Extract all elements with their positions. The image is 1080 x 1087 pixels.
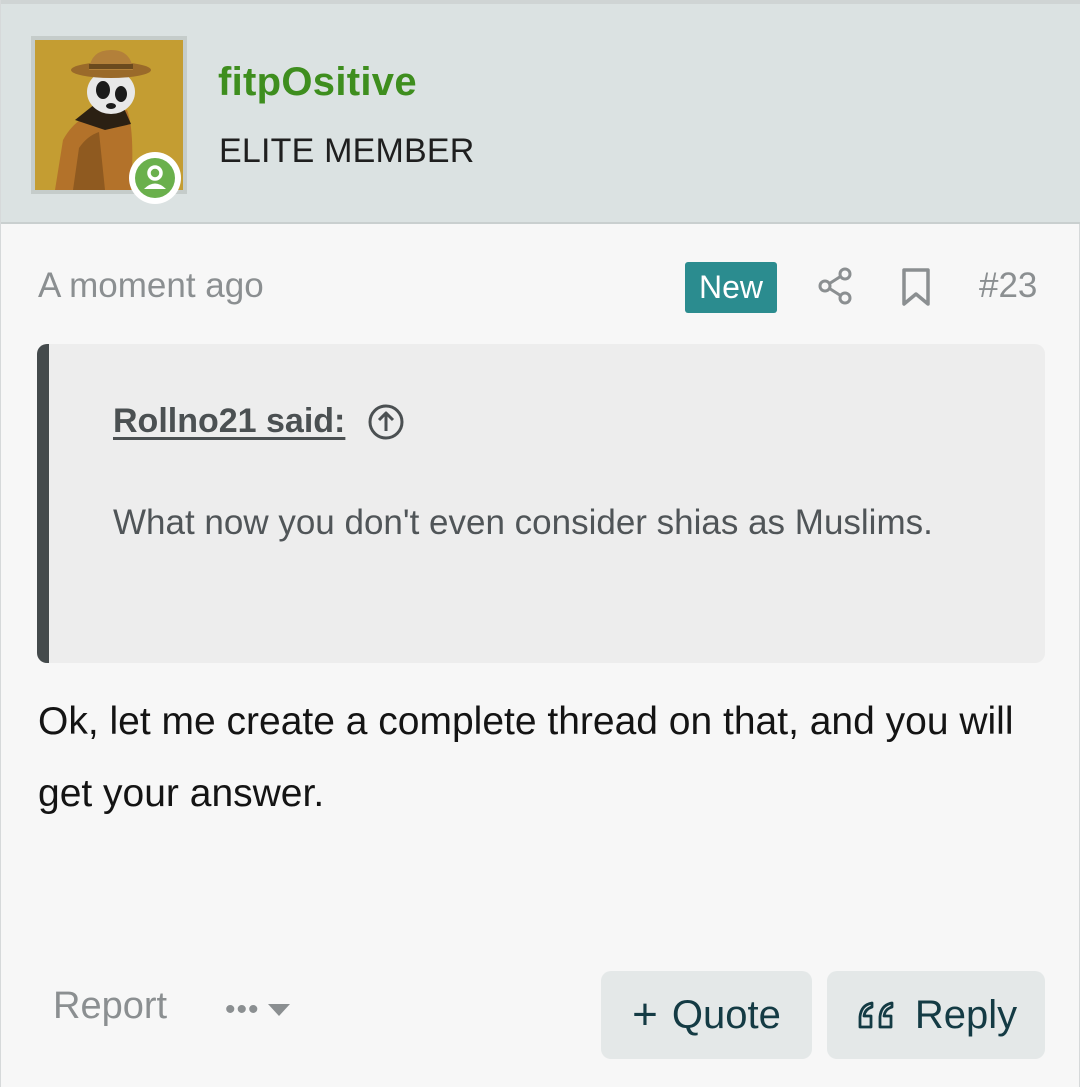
chevron-down-icon — [267, 1004, 290, 1016]
more-options-menu[interactable]: ••• — [225, 990, 290, 1030]
quote-block: Rollno21 said: What now you don't even c… — [37, 344, 1045, 663]
share-icon[interactable] — [816, 266, 856, 306]
plus-icon: + — [632, 990, 658, 1039]
post-number-link[interactable]: #23 — [979, 266, 1037, 306]
quote-attribution: Rollno21 said: — [113, 402, 405, 441]
report-link[interactable]: Report — [53, 985, 167, 1028]
username[interactable]: fitpOsitive — [218, 60, 417, 105]
user-icon — [135, 158, 175, 198]
post-user-header: fitpOsitive ELITE MEMBER — [1, 0, 1080, 224]
bookmark-icon[interactable] — [899, 266, 933, 308]
online-status-badge — [129, 152, 181, 204]
arrow-up-circle-icon[interactable] — [367, 403, 405, 441]
user-title: ELITE MEMBER — [219, 132, 475, 170]
reply-button-label: Reply — [914, 992, 1018, 1037]
quote-button-label: Quote — [671, 992, 781, 1037]
forum-post: fitpOsitive ELITE MEMBER A moment ago Ne… — [0, 0, 1080, 1087]
quote-marks-icon — [855, 997, 897, 1033]
quote-text: What now you don't even consider shias a… — [113, 503, 933, 542]
post-timestamp[interactable]: A moment ago — [38, 266, 264, 306]
post-body-text: Ok, let me create a complete thread on t… — [38, 700, 1014, 815]
quote-author-link[interactable]: Rollno21 said: — [113, 402, 345, 441]
quote-button[interactable]: + Quote — [601, 971, 812, 1059]
avatar-container[interactable] — [31, 36, 187, 204]
more-dots-icon: ••• — [225, 993, 260, 1026]
reply-button[interactable]: Reply — [827, 971, 1045, 1059]
new-badge: New — [685, 262, 777, 313]
